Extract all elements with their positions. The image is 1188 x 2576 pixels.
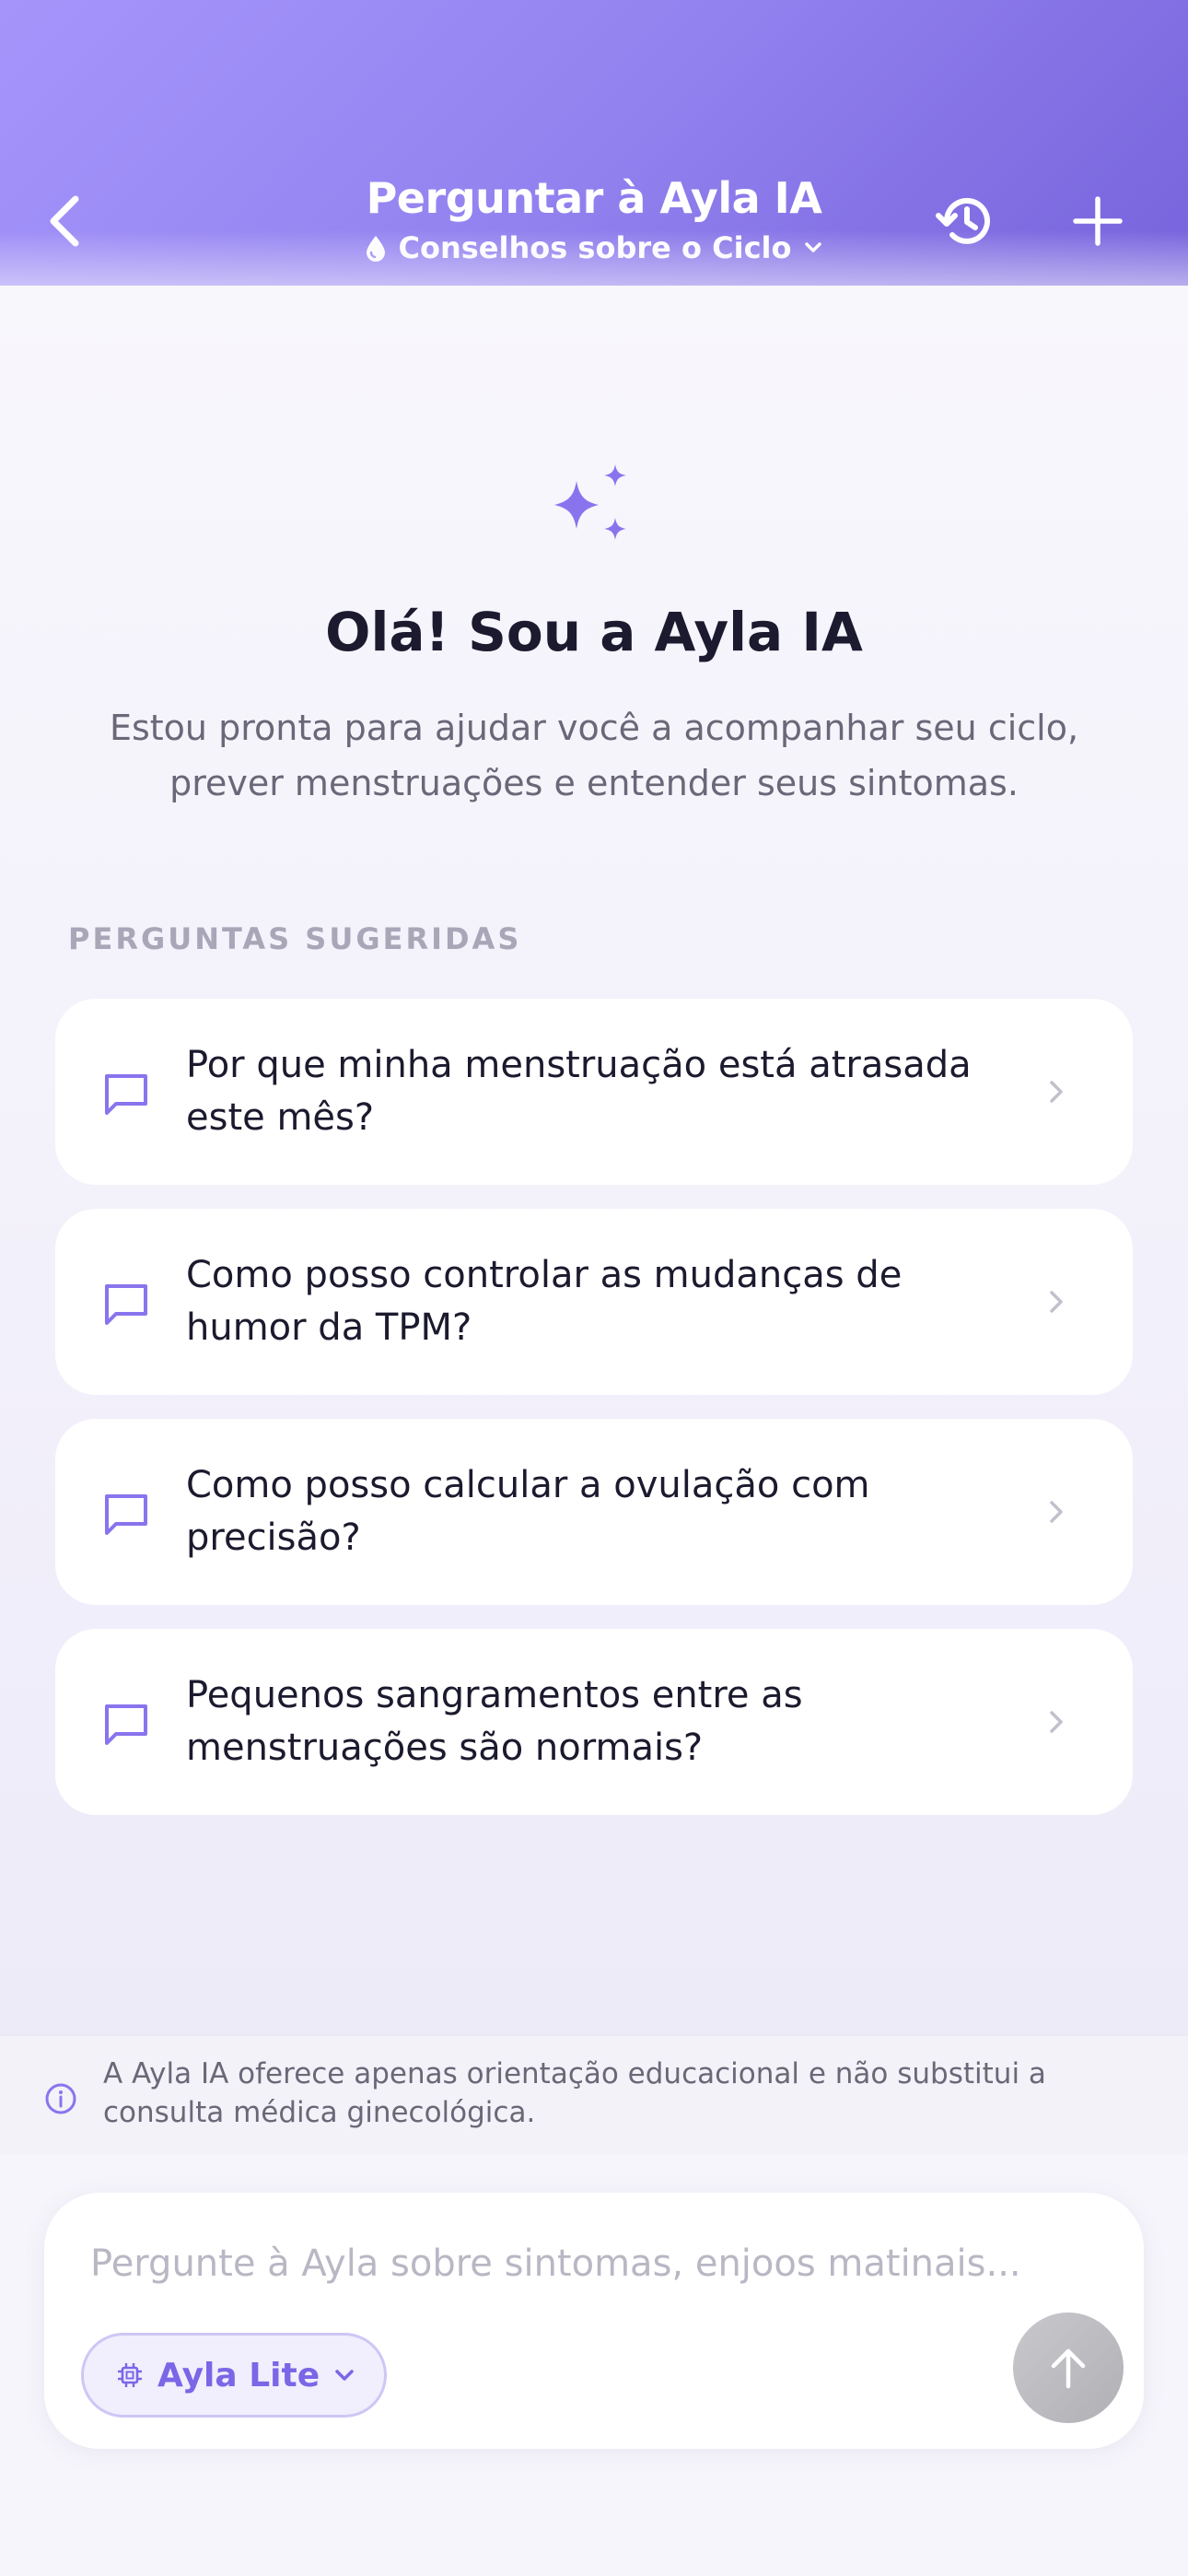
- topic-selector[interactable]: Conselhos sobre o Ciclo: [0, 230, 1188, 265]
- message-composer: Ayla Lite: [44, 2193, 1144, 2449]
- page-title: Perguntar à Ayla IA: [366, 173, 822, 223]
- suggestion-text: Por que minha menstruação está atrasada …: [186, 1044, 972, 1139]
- plus-icon: [1073, 196, 1123, 246]
- sparkle-icon: [554, 464, 626, 540]
- model-selector[interactable]: Ayla Lite: [81, 2333, 387, 2418]
- disclaimer-banner: A Ayla IA oferece apenas orientação educ…: [0, 2034, 1188, 2154]
- suggestion-card[interactable]: Pequenos sangramentos entre as menstruaç…: [55, 1629, 1133, 1815]
- topic-label: Conselhos sobre o Ciclo: [398, 230, 792, 265]
- app-header: Perguntar à Ayla IA Conselhos sobre o Ci…: [0, 0, 1188, 286]
- chevron-down-icon: [805, 242, 822, 252]
- message-square-icon: [105, 1704, 147, 1745]
- suggestion-text: Como posso calcular a ovulação com preci…: [186, 1464, 870, 1559]
- disclaimer-text: A Ayla IA oferece apenas orientação educ…: [103, 2057, 1046, 2129]
- new-chat-button[interactable]: [1061, 184, 1135, 258]
- chevron-right-icon: [1050, 1081, 1063, 1103]
- chevron-right-icon: [1050, 1501, 1063, 1523]
- suggestion-text: Como posso controlar as mudanças de humo…: [186, 1254, 903, 1349]
- info-icon: [45, 2083, 76, 2114]
- model-label: Ayla Lite: [157, 2356, 320, 2395]
- chevron-right-icon: [1050, 1711, 1063, 1733]
- chevron-down-icon: [335, 2370, 354, 2381]
- drop-icon: [366, 236, 385, 262]
- suggestion-card[interactable]: Como posso controlar as mudanças de humo…: [55, 1209, 1133, 1395]
- suggestion-card[interactable]: Como posso calcular a ovulação com preci…: [55, 1419, 1133, 1605]
- send-button[interactable]: [1013, 2313, 1124, 2423]
- intro-text: Estou pronta para ajudar você a acompanh…: [109, 708, 1079, 803]
- suggestion-card[interactable]: Por que minha menstruação está atrasada …: [55, 999, 1133, 1185]
- chip-icon: [118, 2363, 142, 2387]
- message-square-icon: [105, 1284, 147, 1325]
- message-input[interactable]: [90, 2231, 1085, 2296]
- history-button[interactable]: [930, 184, 1004, 258]
- arrow-up-icon: [1051, 2348, 1086, 2389]
- message-square-icon: [105, 1074, 147, 1115]
- chevron-right-icon: [1050, 1291, 1063, 1313]
- suggestion-text: Pequenos sangramentos entre as menstruaç…: [186, 1674, 803, 1769]
- message-square-icon: [105, 1494, 147, 1535]
- history-icon: [936, 197, 990, 244]
- greeting-heading: Olá! Sou a Ayla IA: [325, 601, 863, 663]
- suggested-questions-label: PERGUNTAS SUGERIDAS: [68, 921, 522, 956]
